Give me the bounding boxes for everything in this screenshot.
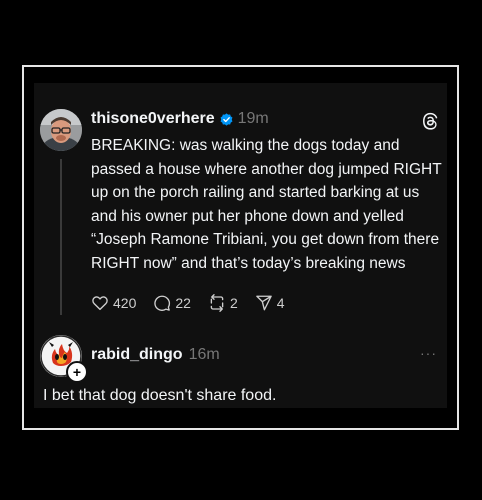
comment-icon	[154, 295, 171, 311]
thread-line	[60, 159, 62, 315]
heart-icon	[92, 296, 108, 311]
reply-text: I bet that dog doesn't share food.	[43, 387, 277, 404]
reply-username[interactable]: rabid_dingo	[91, 346, 183, 364]
share-button[interactable]: 4	[255, 294, 285, 312]
like-button[interactable]: 420	[91, 294, 136, 312]
post-time: 19m	[237, 110, 269, 127]
share-icon	[255, 295, 272, 311]
repost-button[interactable]: 2	[208, 294, 238, 312]
follow-plus-label: +	[72, 364, 82, 380]
like-count: 420	[113, 295, 137, 311]
reply-time: 16m	[188, 346, 220, 363]
verified-icon	[220, 112, 233, 126]
post-username[interactable]: thisone0verhere	[91, 110, 215, 128]
reply-header: rabid_dingo 16m	[91, 346, 220, 364]
post-actions: 420 22 2 4	[91, 294, 302, 312]
comment-count: 22	[175, 295, 191, 311]
thread-card: thisone0verhere 19m BREAKING: was walkin…	[34, 83, 447, 408]
repost-count: 2	[229, 295, 238, 311]
post-header: thisone0verhere 19m	[91, 110, 269, 128]
avatar-photo	[40, 109, 82, 151]
more-icon[interactable]: ···	[420, 345, 437, 361]
repost-icon	[210, 294, 224, 312]
reply-avatar[interactable]: +	[40, 335, 88, 383]
share-count: 4	[276, 295, 285, 311]
post-text: BREAKING: was walking the dogs today and…	[91, 137, 442, 272]
comment-button[interactable]: 22	[153, 294, 191, 312]
threads-logo-icon[interactable]	[421, 112, 439, 130]
follow-plus-icon[interactable]: +	[66, 361, 88, 383]
avatar[interactable]	[40, 109, 82, 151]
screenshot-frame: thisone0verhere 19m BREAKING: was walkin…	[22, 65, 459, 430]
